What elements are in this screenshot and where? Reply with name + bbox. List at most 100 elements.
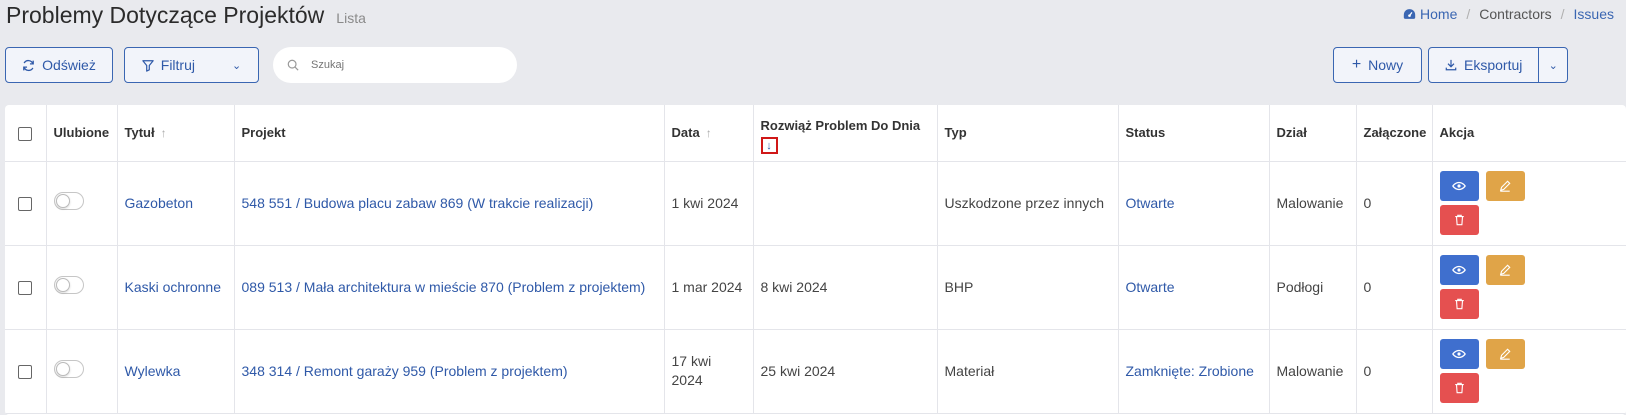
row-actions [1439, 255, 1620, 319]
row-checkbox[interactable] [18, 364, 33, 379]
search-input[interactable] [309, 58, 489, 72]
breadcrumb-separator: / [1560, 6, 1565, 22]
refresh-icon [23, 59, 35, 71]
toggle-knob [55, 193, 70, 208]
title-link[interactable]: Gazobeton [117, 161, 235, 246]
new-label: Nowy [1368, 57, 1404, 73]
pencil-icon [1499, 348, 1511, 360]
pencil-icon [1499, 264, 1511, 276]
row-checkbox[interactable] [18, 280, 33, 295]
export-button[interactable]: Eksportuj [1429, 48, 1540, 82]
favorite-cell [46, 329, 118, 414]
date-cell: 17 kwi 2024 [664, 329, 754, 414]
row-actions [1439, 171, 1620, 235]
refresh-label: Odśwież [42, 57, 96, 73]
date-cell: 1 mar 2024 [664, 245, 754, 330]
project-link[interactable]: 348 314 / Remont garaży 959 (Problem z p… [234, 329, 665, 414]
page-title: Problemy Dotyczące Projektów [6, 2, 325, 28]
sort-arrow-up-icon: ↑ [160, 126, 167, 141]
type-cell: Materiał [937, 329, 1119, 414]
row-select-cell [5, 161, 47, 246]
due-date-cell: 25 kwi 2024 [753, 329, 938, 414]
header-favorite: Ulubione [46, 105, 118, 162]
filter-label: Filtruj [160, 57, 195, 73]
action-cell [1432, 245, 1626, 330]
favorite-toggle[interactable] [53, 275, 84, 294]
sort-arrow-down-icon[interactable]: ↓ [760, 137, 778, 154]
search-box [273, 47, 517, 83]
dashboard-icon [1403, 9, 1416, 19]
title-link[interactable]: Kaski ochronne [117, 245, 235, 330]
edit-button[interactable] [1485, 171, 1525, 201]
pencil-icon [1499, 180, 1511, 192]
row-checkbox[interactable] [18, 196, 33, 211]
toggle-knob [55, 361, 70, 376]
table-row: Kaski ochronne 089 513 / Mała architektu… [5, 245, 1626, 330]
attached-cell: 0 [1356, 245, 1433, 330]
header-type: Typ [937, 105, 1119, 162]
header-title-label: Tytuł [124, 125, 155, 141]
view-button[interactable] [1439, 255, 1479, 285]
header-date-label: Data [671, 125, 700, 141]
breadcrumb-contractors[interactable]: Contractors [1479, 6, 1551, 22]
header-due-date[interactable]: Rozwiąż Problem Do Dnia ↓ [753, 105, 938, 162]
refresh-button[interactable]: Odśwież [5, 47, 113, 83]
header-department: Dział [1269, 105, 1357, 162]
plus-icon: + [1351, 56, 1362, 73]
breadcrumb-home[interactable]: Home [1403, 6, 1457, 22]
action-cell [1432, 329, 1626, 414]
status-link[interactable]: Otwarte [1118, 245, 1270, 330]
export-dropdown-toggle[interactable]: ⌄ [1539, 48, 1567, 82]
page-subtitle: Lista [336, 10, 366, 26]
table-header-row: Ulubione Tytuł ↑ Projekt Data ↑ Rozwiąż Pr… [5, 105, 1626, 162]
delete-button[interactable] [1439, 373, 1479, 403]
header-attached: Załączone [1356, 105, 1433, 162]
filter-button[interactable]: Filtruj ⌄ [124, 47, 259, 83]
view-button[interactable] [1439, 171, 1479, 201]
row-actions [1439, 339, 1620, 403]
header-date[interactable]: Data ↑ [664, 105, 754, 162]
project-link[interactable]: 089 513 / Mała architektura w mieście 87… [234, 245, 665, 330]
status-link[interactable]: Zamknięte: Zrobione [1118, 329, 1270, 414]
header-status: Status [1118, 105, 1270, 162]
eye-icon [1452, 265, 1466, 275]
attached-cell: 0 [1356, 329, 1433, 414]
chevron-down-icon: ⌄ [232, 59, 242, 72]
view-button[interactable] [1439, 339, 1479, 369]
favorite-toggle[interactable] [53, 191, 84, 210]
delete-button[interactable] [1439, 289, 1479, 319]
row-select-cell [5, 245, 47, 330]
due-date-cell [753, 161, 938, 246]
table-row: Gazobeton 548 551 / Budowa placu zabaw 8… [5, 161, 1626, 246]
trash-icon [1454, 298, 1464, 310]
new-button[interactable]: + Nowy [1333, 47, 1422, 83]
chevron-down-icon: ⌄ [1548, 59, 1558, 72]
attached-cell: 0 [1356, 161, 1433, 246]
eye-icon [1452, 349, 1466, 359]
type-cell: Uszkodzone przez innych [937, 161, 1119, 246]
trash-icon [1454, 214, 1464, 226]
title-link[interactable]: Wylewka [117, 329, 235, 414]
status-link[interactable]: Otwarte [1118, 161, 1270, 246]
header-select-all [5, 105, 47, 162]
row-select-cell [5, 329, 47, 414]
due-date-cell: 8 kwi 2024 [753, 245, 938, 330]
favorite-toggle[interactable] [53, 359, 84, 378]
delete-button[interactable] [1439, 205, 1479, 235]
select-all-checkbox[interactable] [18, 126, 33, 141]
table-row: Wylewka 348 314 / Remont garaży 959 (Pro… [5, 329, 1626, 414]
project-link[interactable]: 548 551 / Budowa placu zabaw 869 (W trak… [234, 161, 665, 246]
header-due-label: Rozwiąż Problem Do Dnia [760, 118, 921, 133]
edit-button[interactable] [1485, 255, 1525, 285]
search-icon [287, 59, 299, 71]
issues-table-card: Ulubione Tytuł ↑ Projekt Data ↑ Rozwiąż Pr… [5, 105, 1626, 415]
breadcrumb-home-label: Home [1420, 6, 1458, 22]
header-title[interactable]: Tytuł ↑ [117, 105, 235, 162]
export-label: Eksportuj [1464, 57, 1523, 73]
header-project: Projekt [234, 105, 665, 162]
filter-icon [142, 59, 154, 72]
page-header: Problemy Dotyczące Projektów Lista [6, 2, 366, 29]
trash-icon [1454, 382, 1464, 394]
edit-button[interactable] [1485, 339, 1525, 369]
breadcrumb-issues[interactable]: Issues [1574, 6, 1614, 22]
